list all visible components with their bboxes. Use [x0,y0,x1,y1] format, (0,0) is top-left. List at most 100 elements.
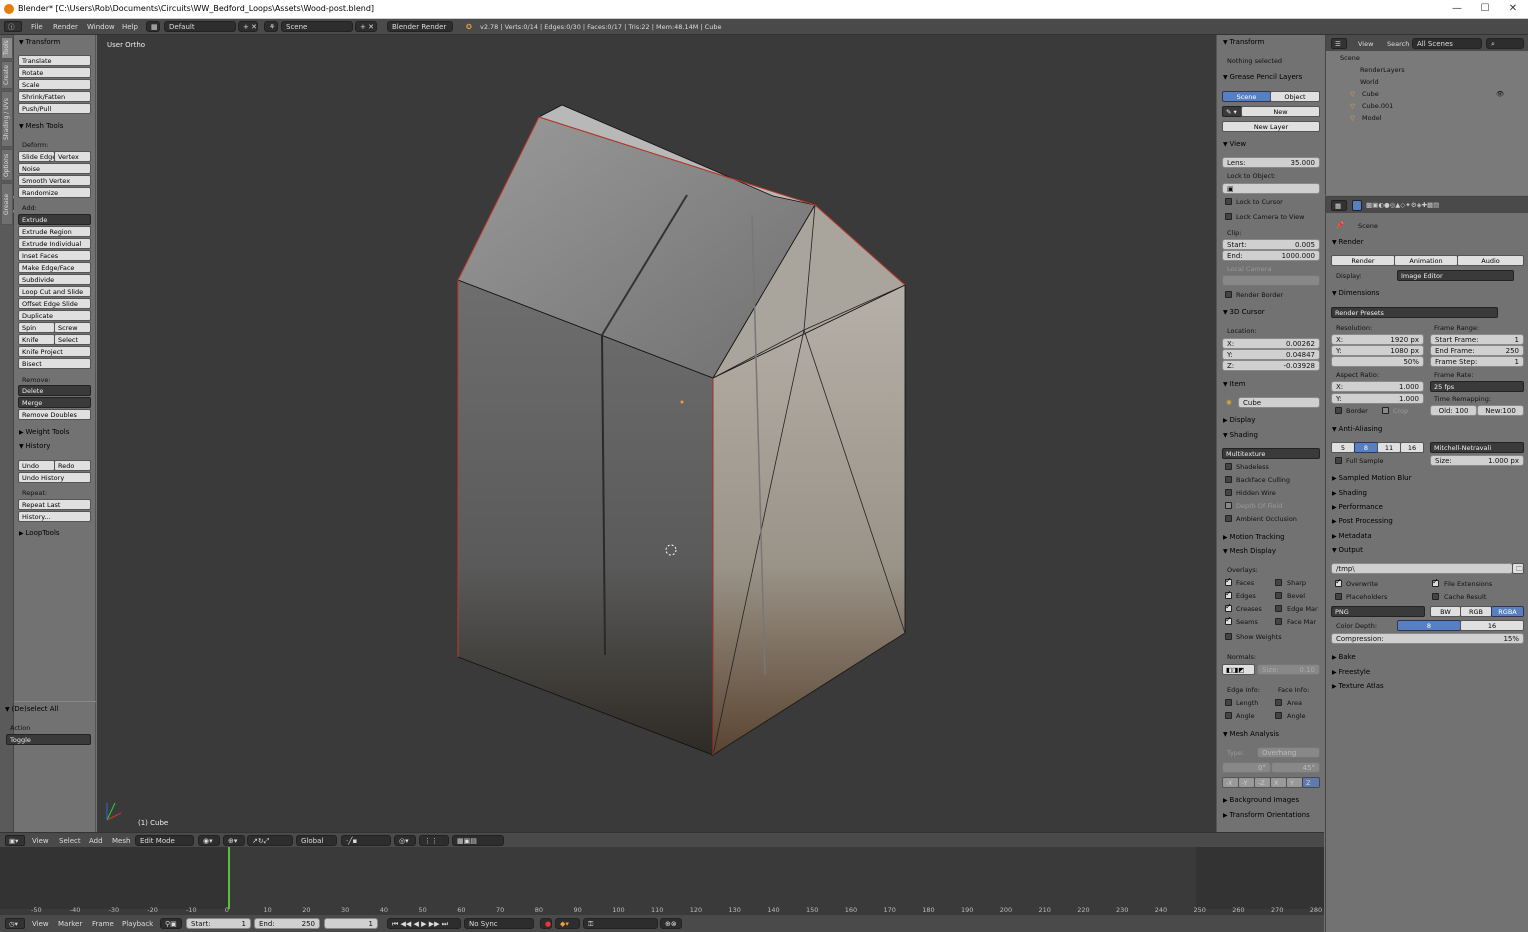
border-checkbox[interactable] [1335,407,1342,414]
menu-view[interactable]: View [32,837,49,845]
start-frame-field[interactable]: Start: 1 [186,918,251,929]
redo-button[interactable]: Redo [54,460,91,471]
face-mark-checkbox[interactable] [1275,618,1282,625]
res-y-field[interactable]: Y: 1080 px [1331,345,1424,356]
outliner-item-scene[interactable]: Scene [1340,54,1360,62]
gp-object-tab[interactable]: Object [1270,91,1320,102]
layout-icon[interactable]: ▦ [146,21,160,32]
res-x-field[interactable]: X: 1920 px [1331,334,1424,345]
current-frame-field[interactable]: 1 [324,918,378,929]
panel-dimensions-header[interactable]: Dimensions [1332,289,1380,297]
smooth-vertex-button[interactable]: Smooth Vertex [18,175,91,186]
remove-doubles-button[interactable]: Remove Doubles [18,409,91,420]
mesh-canvas[interactable] [97,35,1216,832]
push-pull-button[interactable]: Push/Pull [18,103,91,114]
gp-scene-tab[interactable]: Scene [1222,91,1271,102]
panel-3d-cursor-header[interactable]: 3D Cursor [1223,308,1265,316]
outliner-search-input[interactable]: ⌕ [1486,38,1524,49]
color-rgba-button[interactable]: RGBA [1491,606,1524,617]
spin-button[interactable]: Spin [18,322,55,333]
keying-set-field[interactable]: ⚿ [583,918,658,929]
menu-select[interactable]: Select [59,837,81,845]
slide-vertex-button[interactable]: Vertex [54,151,91,162]
insert-keyframe-icons[interactable]: ⊕⊗ [660,918,682,929]
record-icon[interactable]: ● [540,918,552,929]
placeholders-checkbox[interactable] [1335,593,1342,600]
panel-metadata-header[interactable]: Metadata [1332,532,1372,540]
bisect-button[interactable]: Bisect [18,358,91,369]
time-remap-new-field[interactable]: New:100 [1477,405,1524,416]
aa-filter-dropdown[interactable]: Mitchell-Netravali [1430,442,1524,453]
context-tabs-icons[interactable]: ▩▣◐●◎▲◇✦⚙◈✚▦▤ [1366,201,1439,209]
seams-checkbox[interactable] [1225,615,1232,625]
lock-object-field[interactable]: ▣ [1222,183,1320,194]
select-mode-icons[interactable]: ·╱▪ [341,835,391,846]
manipulator-icons[interactable]: ↗↻⤢ [247,835,293,846]
outliner-editor-icon[interactable]: ☰ [1331,38,1347,49]
aa-samples-5[interactable]: 5 [1331,442,1355,453]
render-button[interactable]: Render [1331,255,1395,266]
pivot-point-icon[interactable]: ⊕▾ [223,835,245,846]
ao-checkbox[interactable] [1225,515,1232,522]
panel-item-header[interactable]: Item [1223,380,1246,388]
creases-checkbox[interactable] [1225,602,1232,612]
compression-slider[interactable]: Compression: 15% [1331,633,1524,644]
outliner-search-menu[interactable]: Search [1387,40,1409,48]
render-context-icon[interactable] [1352,200,1362,211]
tab-tools[interactable]: Tools [1,37,13,59]
history-button[interactable]: History... [18,511,91,522]
cursor-y-field[interactable]: Y: 0.04847 [1222,349,1320,360]
pin-icon[interactable]: 📌 [1336,221,1344,229]
menu-mesh[interactable]: Mesh [112,837,130,845]
edges-checkbox[interactable] [1225,589,1232,599]
knife-project-button[interactable]: Knife Project [18,346,91,357]
panel-motion-tracking-header[interactable]: Motion Tracking [1223,533,1285,541]
panel-mesh-analysis-header[interactable]: Mesh Analysis [1223,730,1280,738]
shrink-fatten-button[interactable]: Shrink/Fatten [18,91,91,102]
folder-icon[interactable]: 🗀 [1512,563,1524,574]
panel-display-header[interactable]: Display [1223,416,1256,424]
delete-dropdown[interactable]: Delete [18,385,91,396]
layout-add-remove[interactable]: + ✕ [238,21,258,32]
panel-anti-aliasing-header[interactable]: Anti-Aliasing [1332,425,1383,433]
new-layer-button[interactable]: New Layer [1222,121,1320,132]
editor-type-3d-icon[interactable]: ▣▾ [5,835,25,846]
inset-faces-button[interactable]: Inset Faces [18,250,91,261]
outliner-item-cube001[interactable]: Cube.001 [1362,102,1393,110]
menu-help[interactable]: Help [122,23,138,31]
transform-orientation-dropdown[interactable]: Global [296,835,337,846]
item-name-field[interactable]: Cube [1238,397,1320,408]
frame-rate-dropdown[interactable]: 25 fps [1430,381,1524,392]
file-format-dropdown[interactable]: PNG [1331,606,1425,617]
menu-file[interactable]: File [31,23,43,31]
hidden-wire-checkbox[interactable] [1225,489,1232,496]
file-extensions-checkbox[interactable] [1432,577,1439,587]
panel-history-header[interactable]: History [19,442,51,450]
output-path-field[interactable]: /tmp\ [1331,563,1513,574]
screw-button[interactable]: Screw [54,322,91,333]
panel-output-header[interactable]: Output [1332,546,1363,554]
end-frame-field[interactable]: End: 250 [254,918,320,929]
scene-add-remove[interactable]: + ✕ [355,21,377,32]
backface-culling-checkbox[interactable] [1225,476,1232,483]
panel-bake-header[interactable]: Bake [1332,653,1356,661]
menu-frame[interactable]: Frame [92,920,114,928]
aa-samples-16[interactable]: 16 [1400,442,1424,453]
panel-render-header[interactable]: Render [1332,238,1364,246]
cursor-z-field[interactable]: Z: -0.03928 [1222,360,1320,371]
action-dropdown[interactable]: Toggle [6,734,91,745]
outliner-item-renderlayers[interactable]: RenderLayers [1360,66,1405,74]
color-bw-button[interactable]: BW [1430,606,1461,617]
menu-add[interactable]: Add [89,837,103,845]
bevel-checkbox[interactable] [1275,592,1282,599]
length-checkbox[interactable] [1225,699,1232,706]
panel-mesh-tools-header[interactable]: Mesh Tools [19,122,64,130]
panel-background-images-header[interactable]: Background Images [1223,796,1300,804]
clip-start-field[interactable]: Start: 0.005 [1222,239,1320,250]
color-depth-16[interactable]: 16 [1460,620,1524,631]
animation-button[interactable]: Animation [1394,255,1458,266]
outliner-view-menu[interactable]: View [1358,40,1373,48]
area-checkbox[interactable] [1275,699,1282,706]
aa-samples-11[interactable]: 11 [1377,442,1401,453]
normals-toggle-icons[interactable]: ◧◨◩ [1222,664,1255,675]
